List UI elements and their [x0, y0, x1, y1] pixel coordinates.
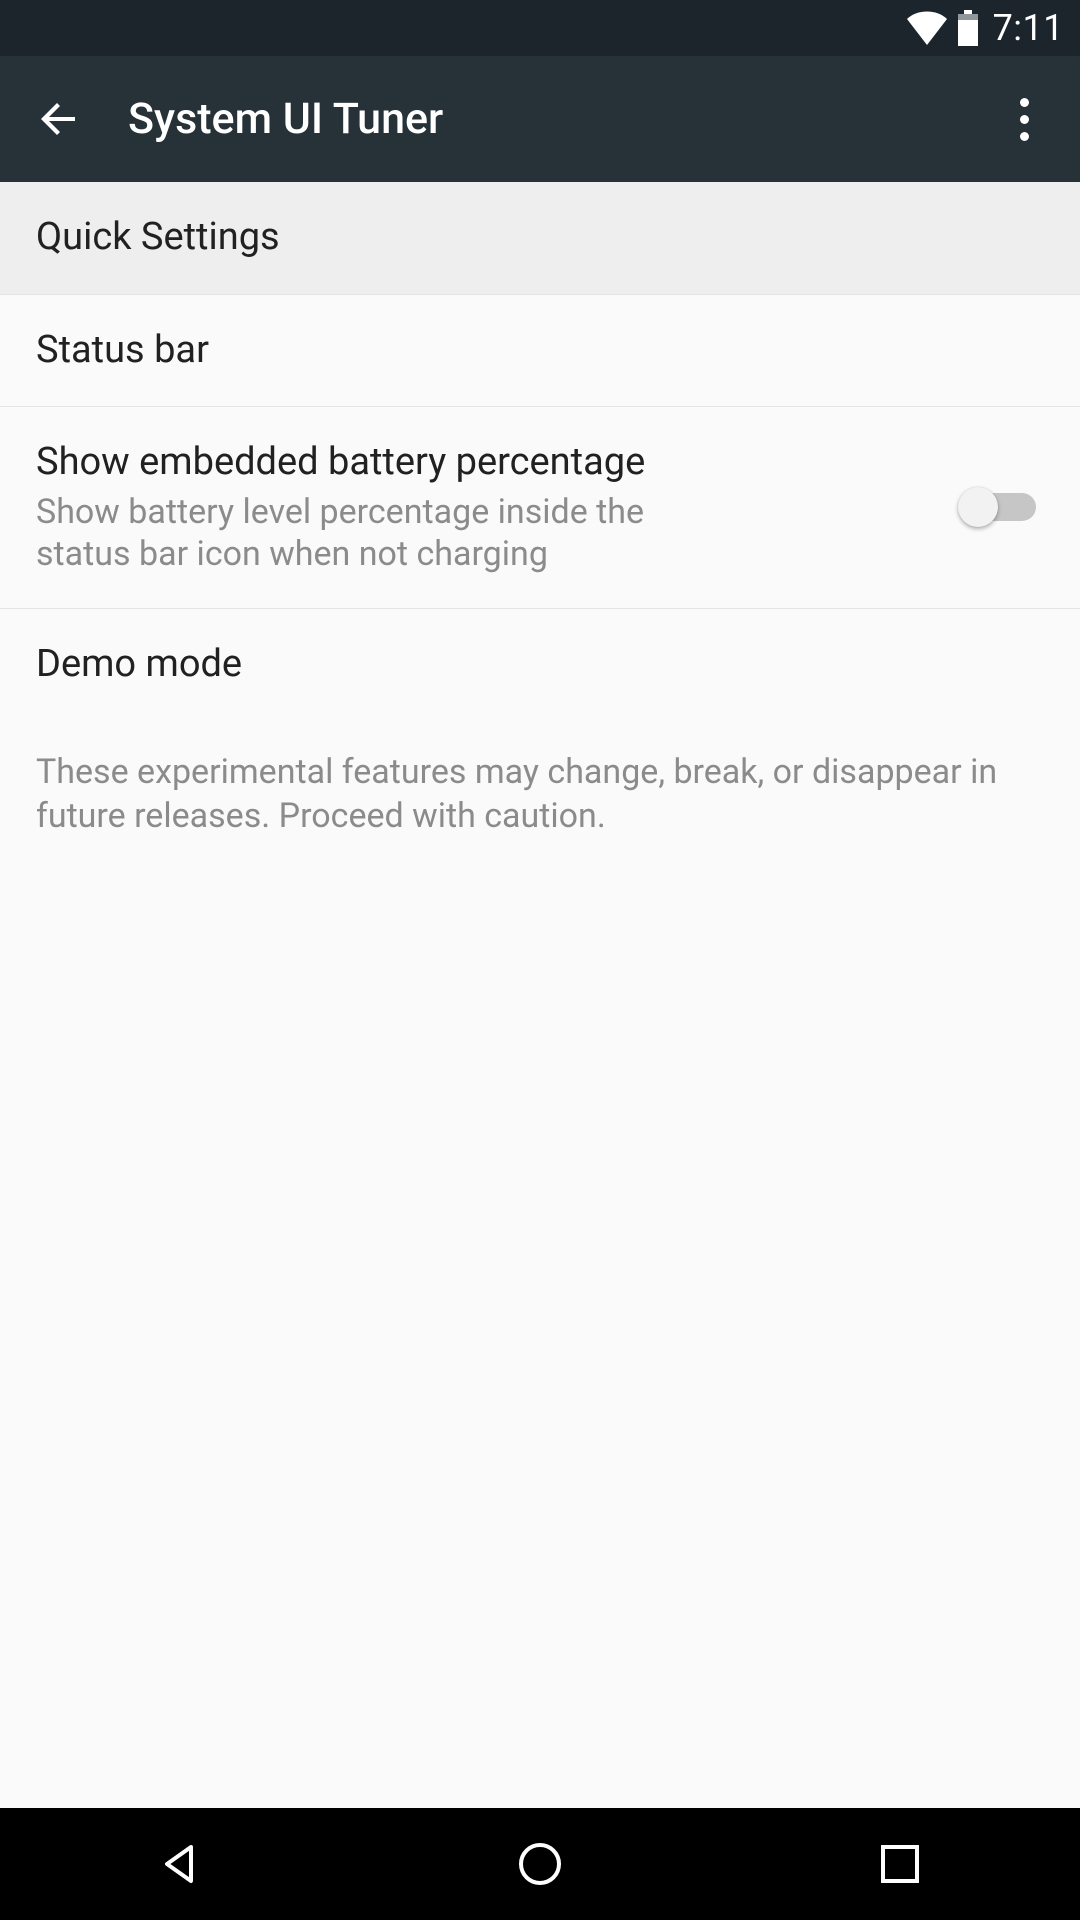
nav-home-button[interactable] — [440, 1808, 640, 1920]
list-item-subtitle: Show battery level percentage inside the… — [36, 491, 656, 576]
battery-icon — [957, 10, 979, 46]
show-battery-percentage-toggle[interactable] — [958, 485, 1036, 529]
list-item-title: Status bar — [36, 327, 1044, 375]
nav-recents-button[interactable] — [800, 1808, 1000, 1920]
footer-warning-text: These experimental features may change, … — [0, 720, 1080, 868]
app-bar: System UI Tuner — [0, 56, 1080, 182]
nav-back-icon — [157, 1841, 203, 1887]
status-bar-clock: 7:11 — [993, 7, 1064, 49]
android-nav-bar — [0, 1808, 1080, 1920]
switch-thumb — [958, 487, 998, 527]
demo-mode-item[interactable]: Demo mode — [0, 609, 1080, 721]
nav-home-icon — [516, 1840, 564, 1888]
arrow-back-icon — [35, 95, 83, 143]
status-bar-item[interactable]: Status bar — [0, 295, 1080, 408]
back-button[interactable] — [4, 64, 114, 174]
nav-recents-icon — [879, 1843, 921, 1885]
nav-back-button[interactable] — [80, 1808, 280, 1920]
list-item-title: Quick Settings — [36, 214, 1044, 262]
show-battery-percentage-item[interactable]: Show embedded battery percentage Show ba… — [0, 407, 1080, 609]
settings-list: Quick Settings Status bar Show embedded … — [0, 182, 1080, 1808]
more-vert-icon — [1020, 98, 1029, 141]
android-status-bar: 7:11 — [0, 0, 1080, 56]
overflow-menu-button[interactable] — [976, 64, 1072, 174]
quick-settings-item[interactable]: Quick Settings — [0, 182, 1080, 295]
list-item-title: Demo mode — [36, 641, 1044, 689]
app-bar-title: System UI Tuner — [128, 94, 976, 144]
list-item-title: Show embedded battery percentage — [36, 439, 938, 487]
wifi-icon — [907, 11, 947, 45]
